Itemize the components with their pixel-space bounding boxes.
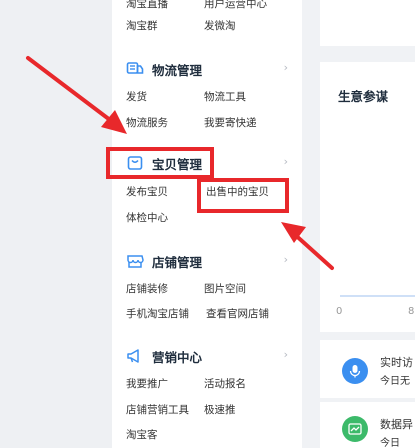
annotation-arrows xyxy=(26,56,334,270)
arrow-to-on-sale xyxy=(281,222,334,270)
arrow-to-baby-management xyxy=(26,56,127,134)
